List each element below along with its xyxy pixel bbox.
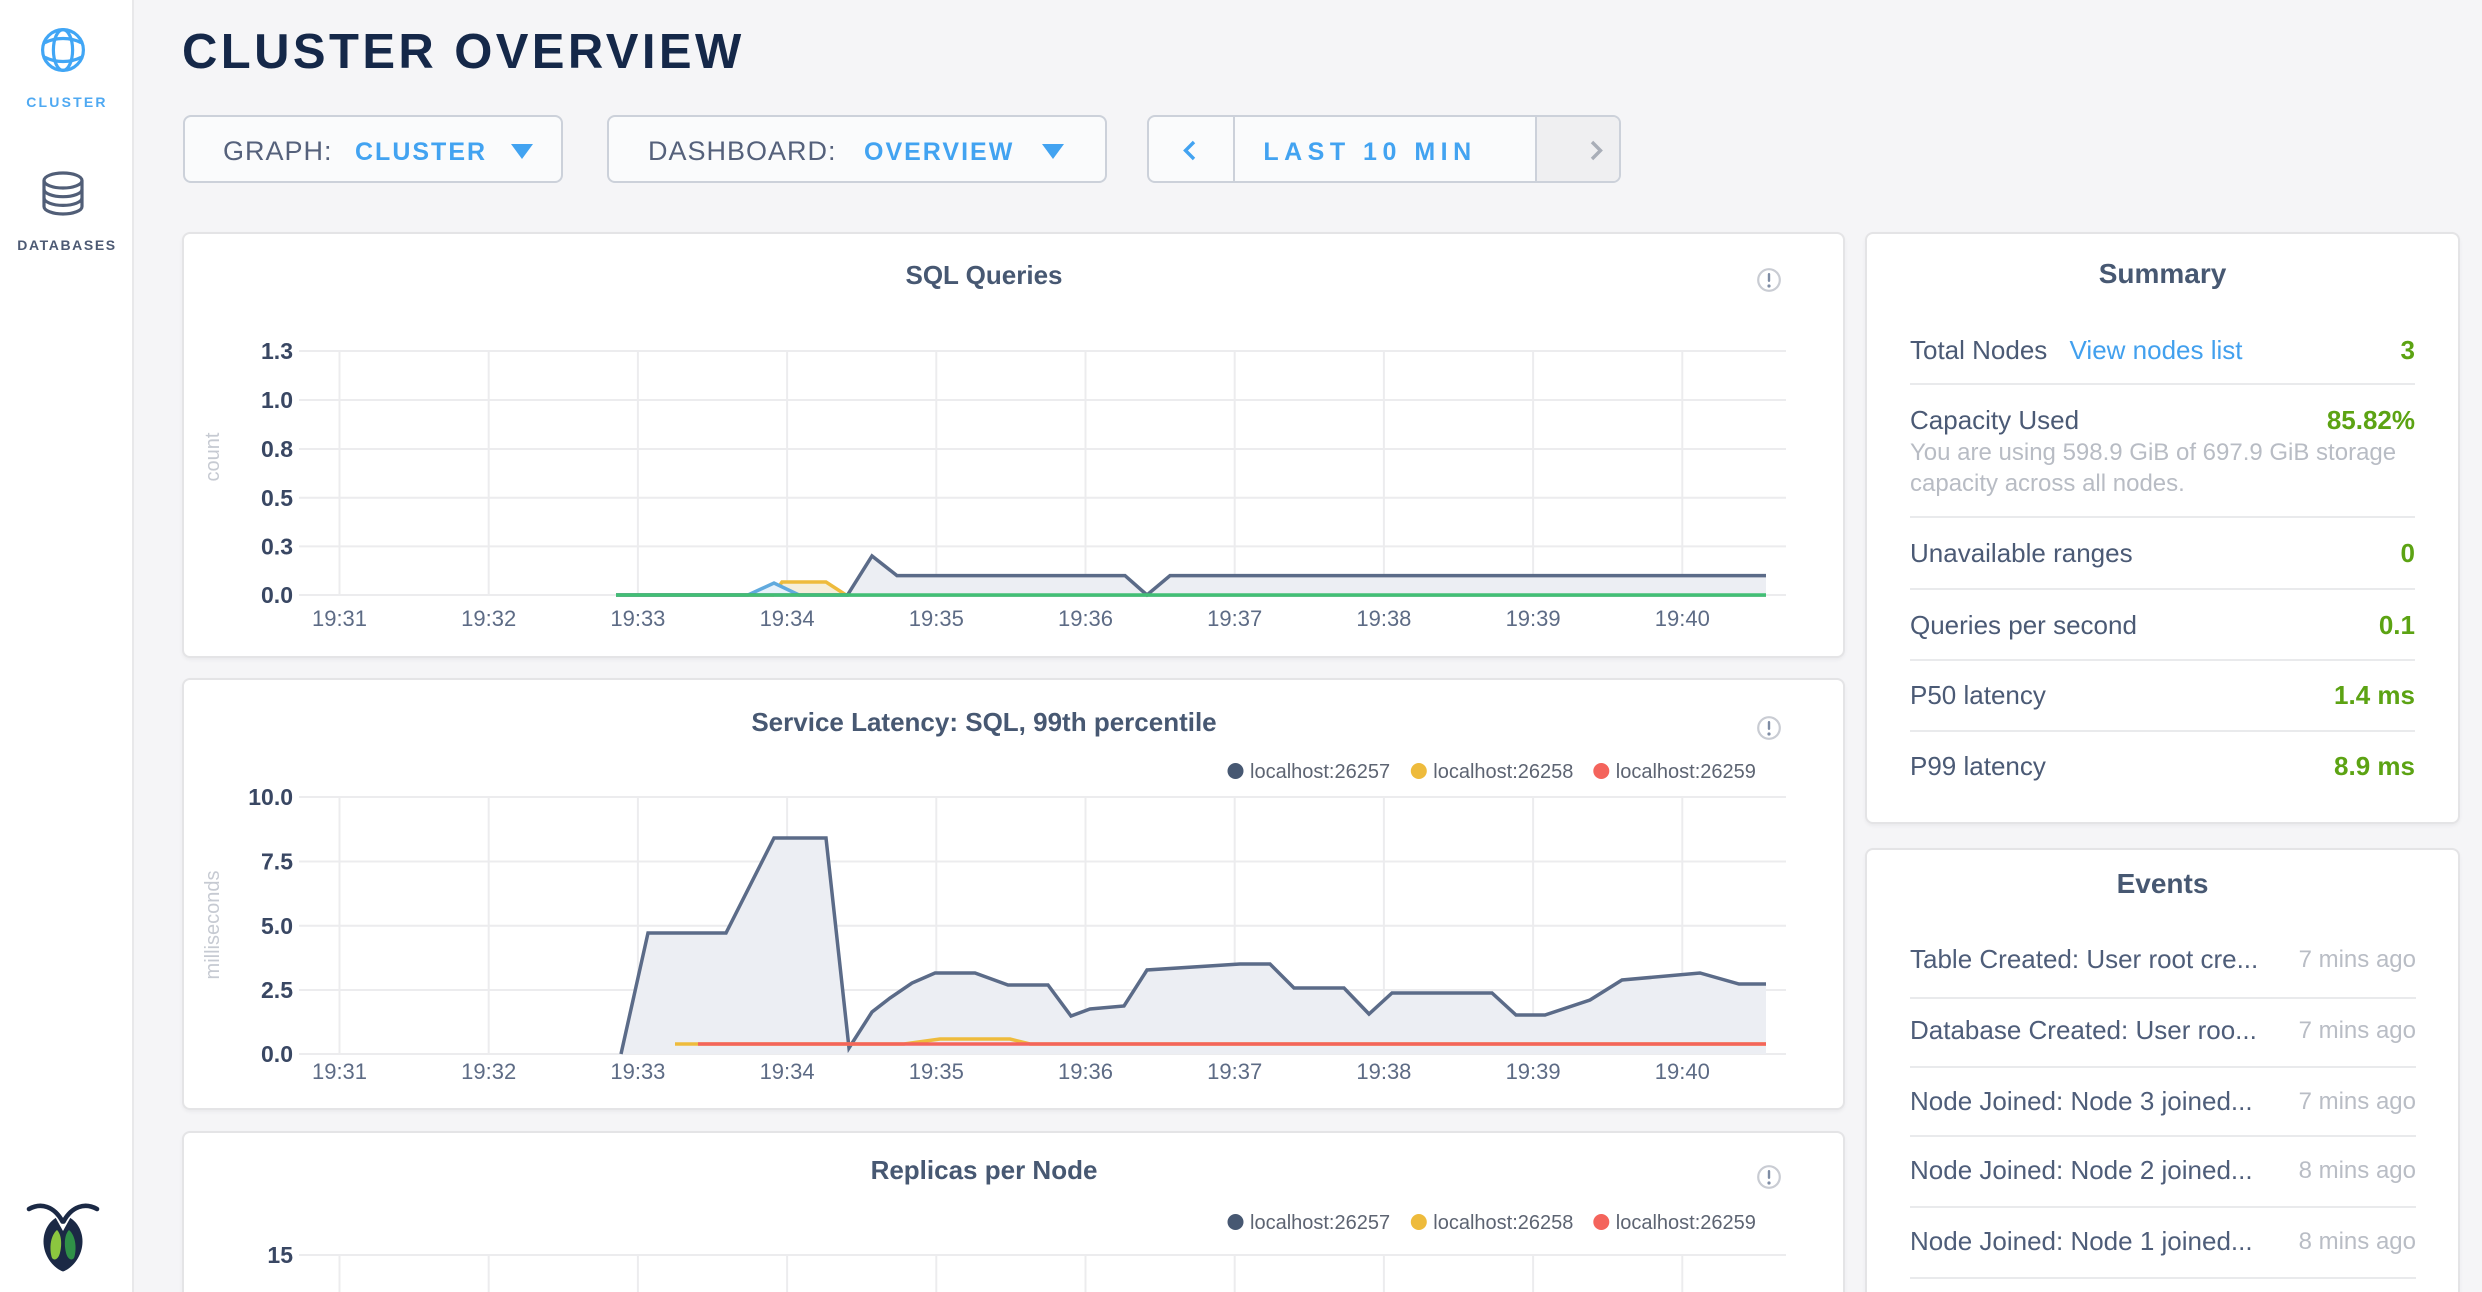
svg-text:19:37: 19:37 [1207,1059,1262,1084]
svg-text:1.3: 1.3 [261,338,293,364]
svg-text:0.3: 0.3 [261,533,293,559]
svg-text:10.0: 10.0 [248,784,293,810]
svg-text:19:40: 19:40 [1655,1059,1710,1084]
svg-text:localhost:26257: localhost:26257 [1250,1212,1390,1234]
svg-text:19:36: 19:36 [1058,606,1113,631]
svg-text:19:35: 19:35 [909,1059,964,1084]
svg-text:19:34: 19:34 [760,606,815,631]
svg-text:19:40: 19:40 [1655,606,1710,631]
svg-text:19:31: 19:31 [312,1059,367,1084]
svg-text:0.8: 0.8 [261,436,293,462]
svg-text:0.5: 0.5 [261,485,293,511]
svg-text:localhost:26259: localhost:26259 [1616,761,1756,783]
svg-text:19:34: 19:34 [760,1059,815,1084]
svg-text:19:39: 19:39 [1506,1059,1561,1084]
svg-text:19:38: 19:38 [1356,606,1411,631]
svg-text:localhost:26258: localhost:26258 [1433,761,1573,783]
svg-text:7.5: 7.5 [261,849,293,875]
svg-text:0.0: 0.0 [261,582,293,608]
svg-text:localhost:26259: localhost:26259 [1616,1212,1756,1234]
svg-text:19:33: 19:33 [610,1059,665,1084]
svg-text:19:39: 19:39 [1506,606,1561,631]
svg-text:19:36: 19:36 [1058,1059,1113,1084]
svg-text:milliseconds: milliseconds [202,871,224,980]
svg-text:19:32: 19:32 [461,606,516,631]
svg-text:2.5: 2.5 [261,977,293,1003]
svg-text:localhost:26258: localhost:26258 [1433,1212,1573,1234]
svg-text:19:31: 19:31 [312,606,367,631]
svg-text:0.0: 0.0 [261,1041,293,1067]
svg-text:localhost:26257: localhost:26257 [1250,761,1390,783]
svg-text:19:33: 19:33 [610,606,665,631]
svg-text:1.0: 1.0 [261,387,293,413]
svg-text:5.0: 5.0 [261,913,293,939]
svg-text:count: count [202,432,224,481]
svg-text:19:35: 19:35 [909,606,964,631]
svg-text:19:37: 19:37 [1207,606,1262,631]
svg-text:19:32: 19:32 [461,1059,516,1084]
svg-text:15: 15 [267,1242,293,1268]
svg-text:19:38: 19:38 [1356,1059,1411,1084]
